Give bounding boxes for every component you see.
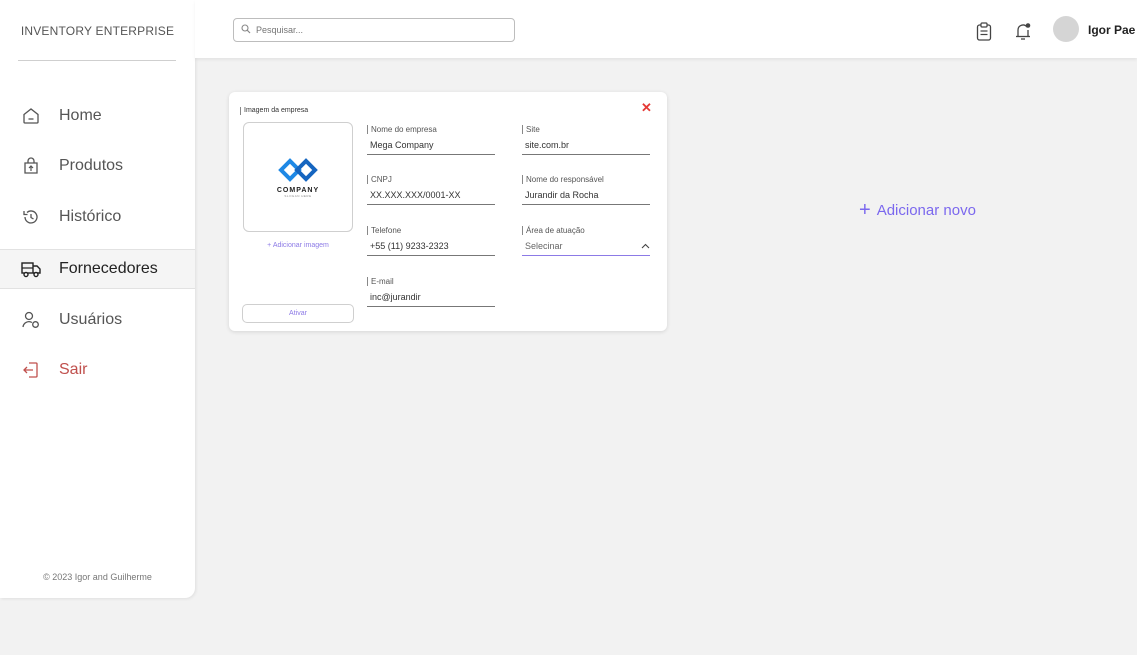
field-label: Site bbox=[522, 125, 650, 134]
sidebar-item-fornecedores[interactable]: Fornecedores bbox=[0, 249, 195, 289]
sidebar-item-label: Sair bbox=[59, 361, 88, 378]
responsible-input[interactable]: Jurandir da Rocha bbox=[522, 190, 650, 205]
field-label: Telefone bbox=[367, 226, 495, 235]
logout-icon bbox=[20, 359, 42, 381]
company-name-input[interactable]: Mega Company bbox=[367, 140, 495, 155]
image-label: Imagem da empresa bbox=[240, 107, 308, 115]
cnpj-field[interactable]: CNPJ XX.XXX.XXX/0001-XX bbox=[367, 175, 495, 205]
sidebar-item-home[interactable]: Home bbox=[0, 96, 195, 136]
add-new-button[interactable]: + Adicionar novo bbox=[859, 199, 976, 221]
avatar[interactable] bbox=[1053, 16, 1079, 42]
bell-icon[interactable] bbox=[1013, 20, 1033, 42]
clipboard-icon[interactable] bbox=[974, 20, 994, 42]
sidebar-item-sair[interactable]: Sair bbox=[0, 350, 195, 390]
truck-icon bbox=[20, 258, 42, 280]
divider bbox=[18, 60, 176, 61]
sidebar-item-label: Fornecedores bbox=[59, 260, 158, 277]
sidebar-item-label: Produtos bbox=[59, 157, 124, 174]
sidebar-item-label: Usuários bbox=[59, 311, 123, 328]
cnpj-input[interactable]: XX.XXX.XXX/0001-XX bbox=[367, 190, 495, 205]
responsible-field[interactable]: Nome do responsável Jurandir da Rocha bbox=[522, 175, 650, 205]
site-input[interactable]: site.com.br bbox=[522, 140, 650, 155]
brand-title: INVENTORY ENTERPRISE bbox=[20, 24, 175, 38]
add-new-label: Adicionar novo bbox=[876, 202, 976, 219]
chevron-up-icon bbox=[641, 243, 650, 249]
user-name[interactable]: Igor Pae bbox=[1088, 23, 1135, 37]
activate-button[interactable]: Ativar bbox=[242, 304, 354, 323]
footer-copyright: © 2023 Igor and Guilherme bbox=[43, 572, 152, 582]
home-icon bbox=[20, 105, 42, 127]
phone-input[interactable]: +55 (11) 9233-2323 bbox=[367, 241, 495, 256]
search-box[interactable] bbox=[233, 18, 515, 42]
search-icon bbox=[241, 21, 251, 39]
top-bar: Igor Pae bbox=[195, 0, 1137, 58]
history-icon bbox=[20, 206, 42, 228]
field-label: Nome do empresa bbox=[367, 125, 495, 134]
company-name-field[interactable]: Nome do empresa Mega Company bbox=[367, 125, 495, 155]
company-logo bbox=[278, 157, 318, 182]
sidebar-item-produtos[interactable]: Produtos bbox=[0, 146, 195, 186]
logo-text: COMPANY bbox=[276, 186, 320, 194]
field-label: CNPJ bbox=[367, 175, 495, 184]
site-field[interactable]: Site site.com.br bbox=[522, 125, 650, 155]
sidebar: INVENTORY ENTERPRISE Home Produtos Histó… bbox=[0, 0, 195, 598]
field-label: Área de atuação bbox=[522, 226, 650, 235]
box-icon bbox=[20, 155, 42, 177]
area-dropdown[interactable]: Selecinar bbox=[522, 241, 650, 256]
sidebar-item-historico[interactable]: Histórico bbox=[0, 197, 195, 237]
sidebar-item-label: Home bbox=[59, 107, 102, 124]
area-select[interactable]: Área de atuação Selecinar bbox=[522, 226, 650, 256]
area-selected-value: Selecinar bbox=[525, 241, 563, 251]
email-field[interactable]: E-mail inc@jurandir bbox=[367, 277, 495, 307]
phone-field[interactable]: Telefone +55 (11) 9233-2323 bbox=[367, 226, 495, 256]
logo-slogan: SLOGAN HERE bbox=[284, 193, 312, 198]
users-icon bbox=[20, 309, 42, 331]
plus-icon: + bbox=[859, 199, 871, 221]
supplier-card: ✕ Imagem da empresa COMPANY SLOGAN HERE … bbox=[229, 92, 667, 331]
email-input[interactable]: inc@jurandir bbox=[367, 292, 495, 307]
add-image-button[interactable]: + Adicionar imagem bbox=[243, 242, 353, 249]
company-image[interactable]: COMPANY SLOGAN HERE bbox=[243, 122, 353, 232]
field-label: E-mail bbox=[367, 277, 495, 286]
close-icon[interactable]: ✕ bbox=[641, 100, 652, 116]
sidebar-item-label: Histórico bbox=[59, 208, 122, 225]
sidebar-item-usuarios[interactable]: Usuários bbox=[0, 300, 195, 340]
search-input[interactable] bbox=[256, 25, 496, 35]
add-image-label: Adicionar imagem bbox=[272, 242, 329, 249]
field-label: Nome do responsável bbox=[522, 175, 650, 184]
